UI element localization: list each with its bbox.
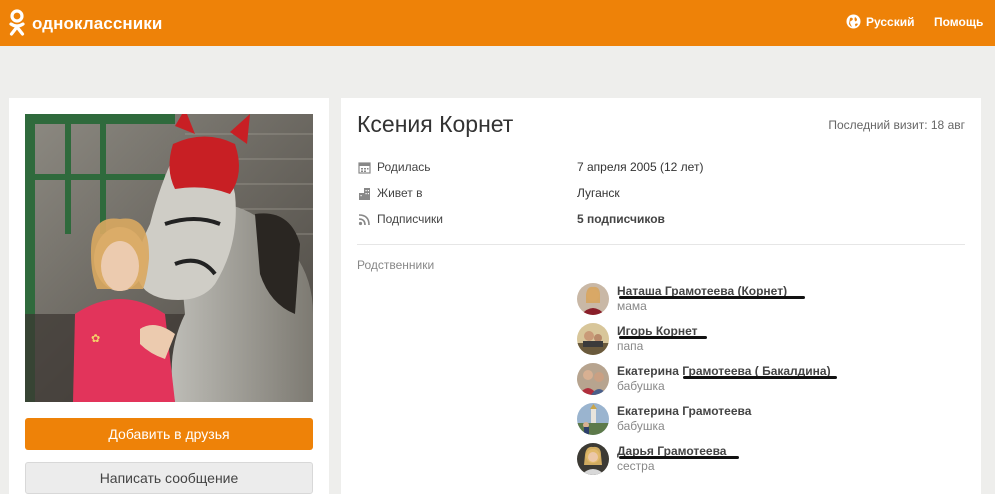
section-divider: [357, 244, 965, 245]
rss-icon: [357, 212, 371, 226]
relative-role: бабушка: [617, 379, 665, 393]
relative-name[interactable]: Екатерина Грамотеева ( Бакалдина): [617, 364, 837, 379]
info-row-city: Живет в Луганск: [357, 184, 620, 202]
language-label: Русский: [866, 14, 915, 29]
last-visit: Последний визит: 18 авг: [828, 118, 965, 132]
redaction-scribble: [619, 456, 739, 459]
ok-logo-icon: [8, 9, 26, 38]
relative-role: бабушка: [617, 419, 665, 433]
profile-name: Ксения Корнет: [357, 111, 514, 137]
info-value-birth: 7 апреля 2005 (12 лет): [577, 160, 704, 174]
redaction-scribble: [619, 296, 805, 299]
relative-avatar[interactable]: [577, 443, 609, 475]
redaction-scribble: [683, 376, 837, 379]
relative-avatar[interactable]: [577, 403, 609, 435]
info-row-subscribers: Подписчики 5 подписчиков: [357, 210, 665, 228]
relative-item[interactable]: Наташа Грамотеева (Корнет) мама: [577, 283, 805, 315]
building-icon: [357, 186, 371, 200]
write-message-button[interactable]: Написать сообщение: [25, 462, 313, 494]
relative-role: сестра: [617, 459, 655, 473]
relative-item[interactable]: Игорь Корнет папа: [577, 323, 707, 355]
logo[interactable]: одноклассники: [8, 9, 162, 38]
relative-avatar[interactable]: [577, 283, 609, 315]
top-bar: одноклассники Русский Помощь: [0, 0, 995, 46]
info-row-birth: Родилась 7 апреля 2005 (12 лет): [357, 158, 703, 176]
relatives-title: Родственники: [357, 258, 435, 272]
relative-name[interactable]: Дарья Грамотеева: [617, 444, 739, 459]
info-value-city[interactable]: Луганск: [577, 186, 620, 200]
relative-role: мама: [617, 299, 647, 313]
relative-avatar[interactable]: [577, 323, 609, 355]
relative-item[interactable]: Дарья Грамотеева сестра: [577, 443, 739, 475]
language-selector[interactable]: Русский: [846, 14, 915, 29]
relative-item[interactable]: Екатерина Грамотеева бабушка: [577, 403, 751, 435]
relative-item[interactable]: Екатерина Грамотеева ( Бакалдина) бабушк…: [577, 363, 837, 395]
relative-name[interactable]: Наташа Грамотеева (Корнет): [617, 284, 805, 299]
globe-icon: [846, 14, 861, 29]
info-value-subscribers[interactable]: 5 подписчиков: [577, 212, 665, 226]
help-link[interactable]: Помощь: [934, 15, 983, 29]
redaction-scribble: [619, 336, 707, 339]
relative-avatar[interactable]: [577, 363, 609, 395]
profile-photo[interactable]: ✿: [25, 114, 313, 402]
relative-name[interactable]: Екатерина Грамотеева: [617, 404, 751, 419]
profile-left-card: ✿ Добавить в друзья Написать сообщение: [9, 98, 329, 494]
profile-info-card: Ксения Корнет Последний визит: 18 авг Ро…: [341, 98, 981, 494]
info-label-city: Живет в: [377, 186, 423, 200]
info-label-subscribers: Подписчики: [377, 212, 444, 226]
calendar-icon: [357, 160, 371, 174]
info-label-birth: Родилась: [377, 160, 431, 174]
svg-text:✿: ✿: [91, 333, 100, 345]
relative-role: папа: [617, 339, 644, 353]
brand-name: одноклассники: [32, 13, 163, 33]
relative-name[interactable]: Игорь Корнет: [617, 324, 707, 339]
add-friend-button[interactable]: Добавить в друзья: [25, 418, 313, 450]
